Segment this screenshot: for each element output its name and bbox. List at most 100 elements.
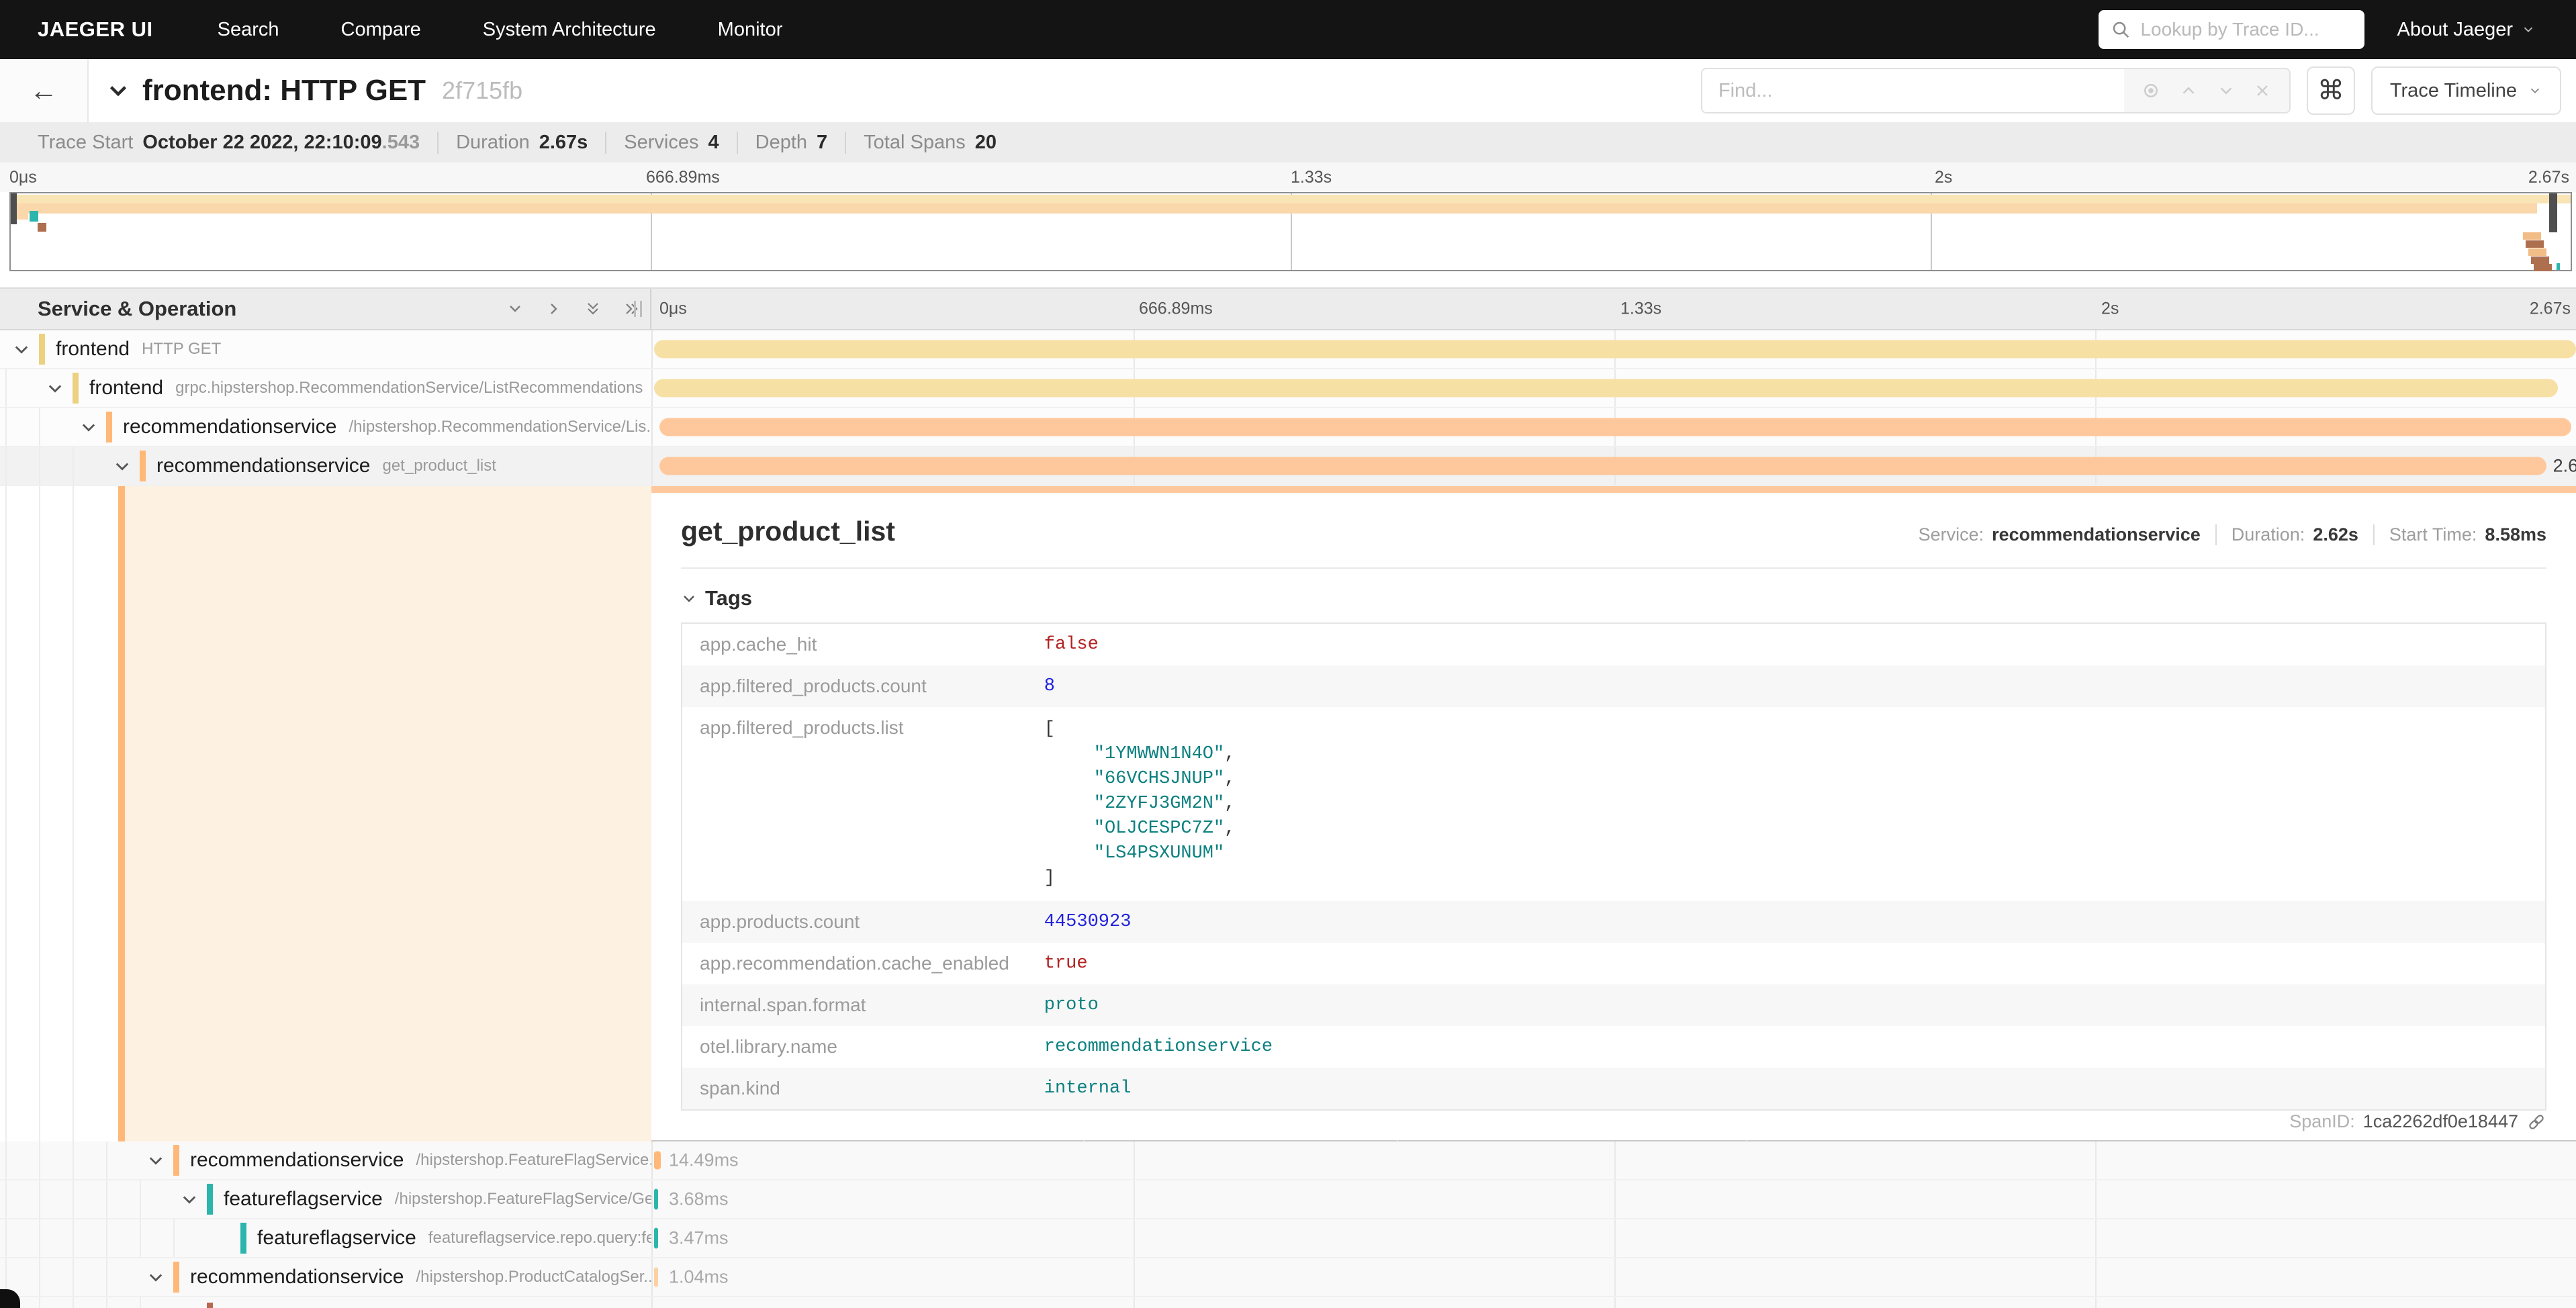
- span-operation: featureflagservice.repo.query:fe...: [428, 1229, 651, 1248]
- nav-item-system-architecture[interactable]: System Architecture: [483, 19, 656, 41]
- copy-link-icon[interactable]: [2526, 1112, 2546, 1132]
- find-input[interactable]: Find...: [1702, 69, 2124, 112]
- nav-item-compare[interactable]: Compare: [341, 19, 421, 41]
- trace-page-header: ← frontend: HTTP GET 2f715fb Find...: [0, 59, 2576, 122]
- tag-row: internal.span.format proto: [682, 984, 2546, 1026]
- minimap-span-mark: [2523, 232, 2541, 240]
- chevron-down-icon[interactable]: [46, 379, 64, 398]
- tags-table: app.cache_hit false app.filtered_product…: [681, 622, 2546, 1111]
- span-row-frontend-grpc[interactable]: frontend grpc.hipstershop.Recommendation…: [0, 369, 2576, 408]
- tag-row: app.recommendation.cache_enabled true: [682, 943, 2546, 984]
- span-operation: grpc.hipstershop.RecommendationService/L…: [175, 379, 643, 398]
- about-jaeger-menu[interactable]: About Jaeger: [2397, 19, 2536, 41]
- nav-item-monitor[interactable]: Monitor: [718, 19, 783, 41]
- collapse-all-icon[interactable]: [583, 299, 603, 319]
- tag-key: app.filtered_products.count: [682, 665, 1027, 707]
- chevron-down-icon[interactable]: [79, 418, 98, 436]
- span-detail-accent: [118, 486, 125, 1141]
- span-service: recommendationservice: [123, 416, 336, 438]
- span-bar[interactable]: [659, 457, 2546, 475]
- nav-item-search[interactable]: Search: [218, 19, 279, 41]
- back-button[interactable]: ←: [0, 59, 89, 122]
- span-duration-label: 1.04ms: [669, 1267, 729, 1288]
- trace-title: frontend: HTTP GET: [142, 74, 426, 107]
- span-bar[interactable]: [654, 340, 2576, 359]
- collapse-trace-chevron-icon[interactable]: [106, 79, 130, 103]
- span-row-get-product-list-selected[interactable]: recommendationservice get_product_list 2…: [0, 447, 2576, 486]
- tag-row: app.filtered_products.list [ "1YMWWN1N4O…: [682, 707, 2546, 901]
- minimap-tick-1: 666.89ms: [646, 168, 720, 187]
- summary-services: Services 4: [605, 132, 719, 154]
- span-bar[interactable]: [659, 418, 2571, 436]
- tag-key: span.kind: [682, 1068, 1027, 1110]
- span-bar-area: 1.04ms: [651, 1258, 2576, 1296]
- span-row-recommendation-list[interactable]: recommendationservice /hipstershop.Recom…: [0, 408, 2576, 447]
- trace-view-selector[interactable]: Trace Timeline: [2371, 66, 2561, 115]
- tags-section-toggle[interactable]: Tags: [681, 586, 2546, 610]
- prev-match-icon[interactable]: [2178, 81, 2199, 101]
- span-row-partial[interactable]: [0, 1297, 2576, 1308]
- service-color-strip: [39, 334, 45, 365]
- clear-find-icon[interactable]: [2253, 81, 2272, 100]
- span-detail-row: get_product_list Service:recommendations…: [0, 486, 2576, 1141]
- search-icon: [2111, 19, 2131, 40]
- span-table-header: Service & Operation 0μs 666.89ms 1.33s 2…: [0, 287, 2576, 330]
- top-nav: JAEGER UI Search Compare System Architec…: [0, 0, 2576, 59]
- tag-value: proto: [1027, 984, 2546, 1026]
- collapse-one-icon[interactable]: [505, 299, 525, 319]
- chevron-down-icon[interactable]: [12, 340, 31, 359]
- next-match-icon[interactable]: [2216, 81, 2236, 101]
- span-row-featureflag-service[interactable]: recommendationservice /hipstershop.Featu…: [0, 1141, 2576, 1180]
- tag-value: 44530923: [1027, 901, 2546, 943]
- span-operation: /hipstershop.RecommendationService/Lis..…: [349, 418, 651, 436]
- timeline-tick-1: 666.89ms: [1139, 299, 1213, 319]
- timeline-tick-4: 2.67s: [2530, 299, 2571, 319]
- trace-id-search-input[interactable]: Lookup by Trace ID...: [2099, 10, 2364, 49]
- chevron-down-icon[interactable]: [180, 1190, 199, 1209]
- summary-total-spans: Total Spans 20: [845, 132, 997, 154]
- span-row-featureflag-get[interactable]: featureflagservice /hipstershop.FeatureF…: [0, 1180, 2576, 1219]
- chevron-down-icon[interactable]: [146, 1268, 165, 1287]
- span-row-featureflag-repo-query[interactable]: featureflagservice featureflagservice.re…: [0, 1219, 2576, 1258]
- span-bar-area: [651, 408, 2576, 446]
- tag-key: app.filtered_products.list: [682, 707, 1027, 901]
- minimap-left-drag-handle[interactable]: [11, 193, 17, 224]
- span-operation: /hipstershop.FeatureFlagService/Ge...: [395, 1190, 651, 1209]
- focus-match-icon[interactable]: [2141, 81, 2161, 101]
- span-bar[interactable]: [654, 1228, 658, 1249]
- minimap-span-mark: [2534, 264, 2552, 271]
- find-group: Find...: [1701, 68, 2291, 113]
- service-operation-header: Service & Operation: [38, 297, 236, 321]
- tag-value-array: [ "1YMWWN1N4O", "66VCHSJNUP", "2ZYFJ3GM2…: [1027, 707, 2546, 901]
- span-bar[interactable]: [654, 1189, 658, 1210]
- summary-depth: Depth 7: [737, 132, 828, 154]
- span-bar-area: 3.68ms: [651, 1180, 2576, 1218]
- service-color-strip: [240, 1223, 246, 1254]
- minimap-right-drag-handle[interactable]: [2549, 193, 2557, 232]
- chevron-down-icon[interactable]: [146, 1151, 165, 1170]
- chevron-down-icon[interactable]: [113, 457, 132, 475]
- span-bar[interactable]: [654, 1268, 658, 1287]
- service-color-strip: [106, 412, 112, 442]
- expand-one-icon[interactable]: [544, 299, 564, 319]
- tag-row: otel.library.name recommendationservice: [682, 1026, 2546, 1068]
- span-duration-label: 3.68ms: [669, 1189, 729, 1210]
- tag-key: app.recommendation.cache_enabled: [682, 943, 1027, 984]
- span-service: featureflagservice: [224, 1188, 383, 1211]
- span-row-product-catalog[interactable]: recommendationservice /hipstershop.Produ…: [0, 1258, 2576, 1297]
- command-icon: ⌘: [2317, 75, 2344, 106]
- column-divider: [650, 289, 651, 329]
- column-resize-handle[interactable]: [634, 301, 642, 317]
- find-placeholder: Find...: [1718, 80, 1773, 102]
- tag-row: app.products.count 44530923: [682, 901, 2546, 943]
- span-bar[interactable]: [654, 379, 2558, 398]
- tag-value: true: [1027, 943, 2546, 984]
- span-bar[interactable]: [654, 1152, 661, 1170]
- keyboard-shortcuts-button[interactable]: ⌘: [2307, 66, 2355, 115]
- span-row-frontend-http-get[interactable]: frontend HTTP GET: [0, 330, 2576, 369]
- jaeger-logo[interactable]: JAEGER UI: [38, 17, 153, 42]
- minimap-canvas[interactable]: [9, 192, 2572, 271]
- trace-summary-bar: Trace Start October 22 2022, 22:10:09 .5…: [0, 122, 2576, 162]
- span-rows-top: frontend HTTP GET frontend grpc.hipsters…: [0, 330, 2576, 486]
- detail-service: Service:recommendationservice: [1919, 524, 2201, 545]
